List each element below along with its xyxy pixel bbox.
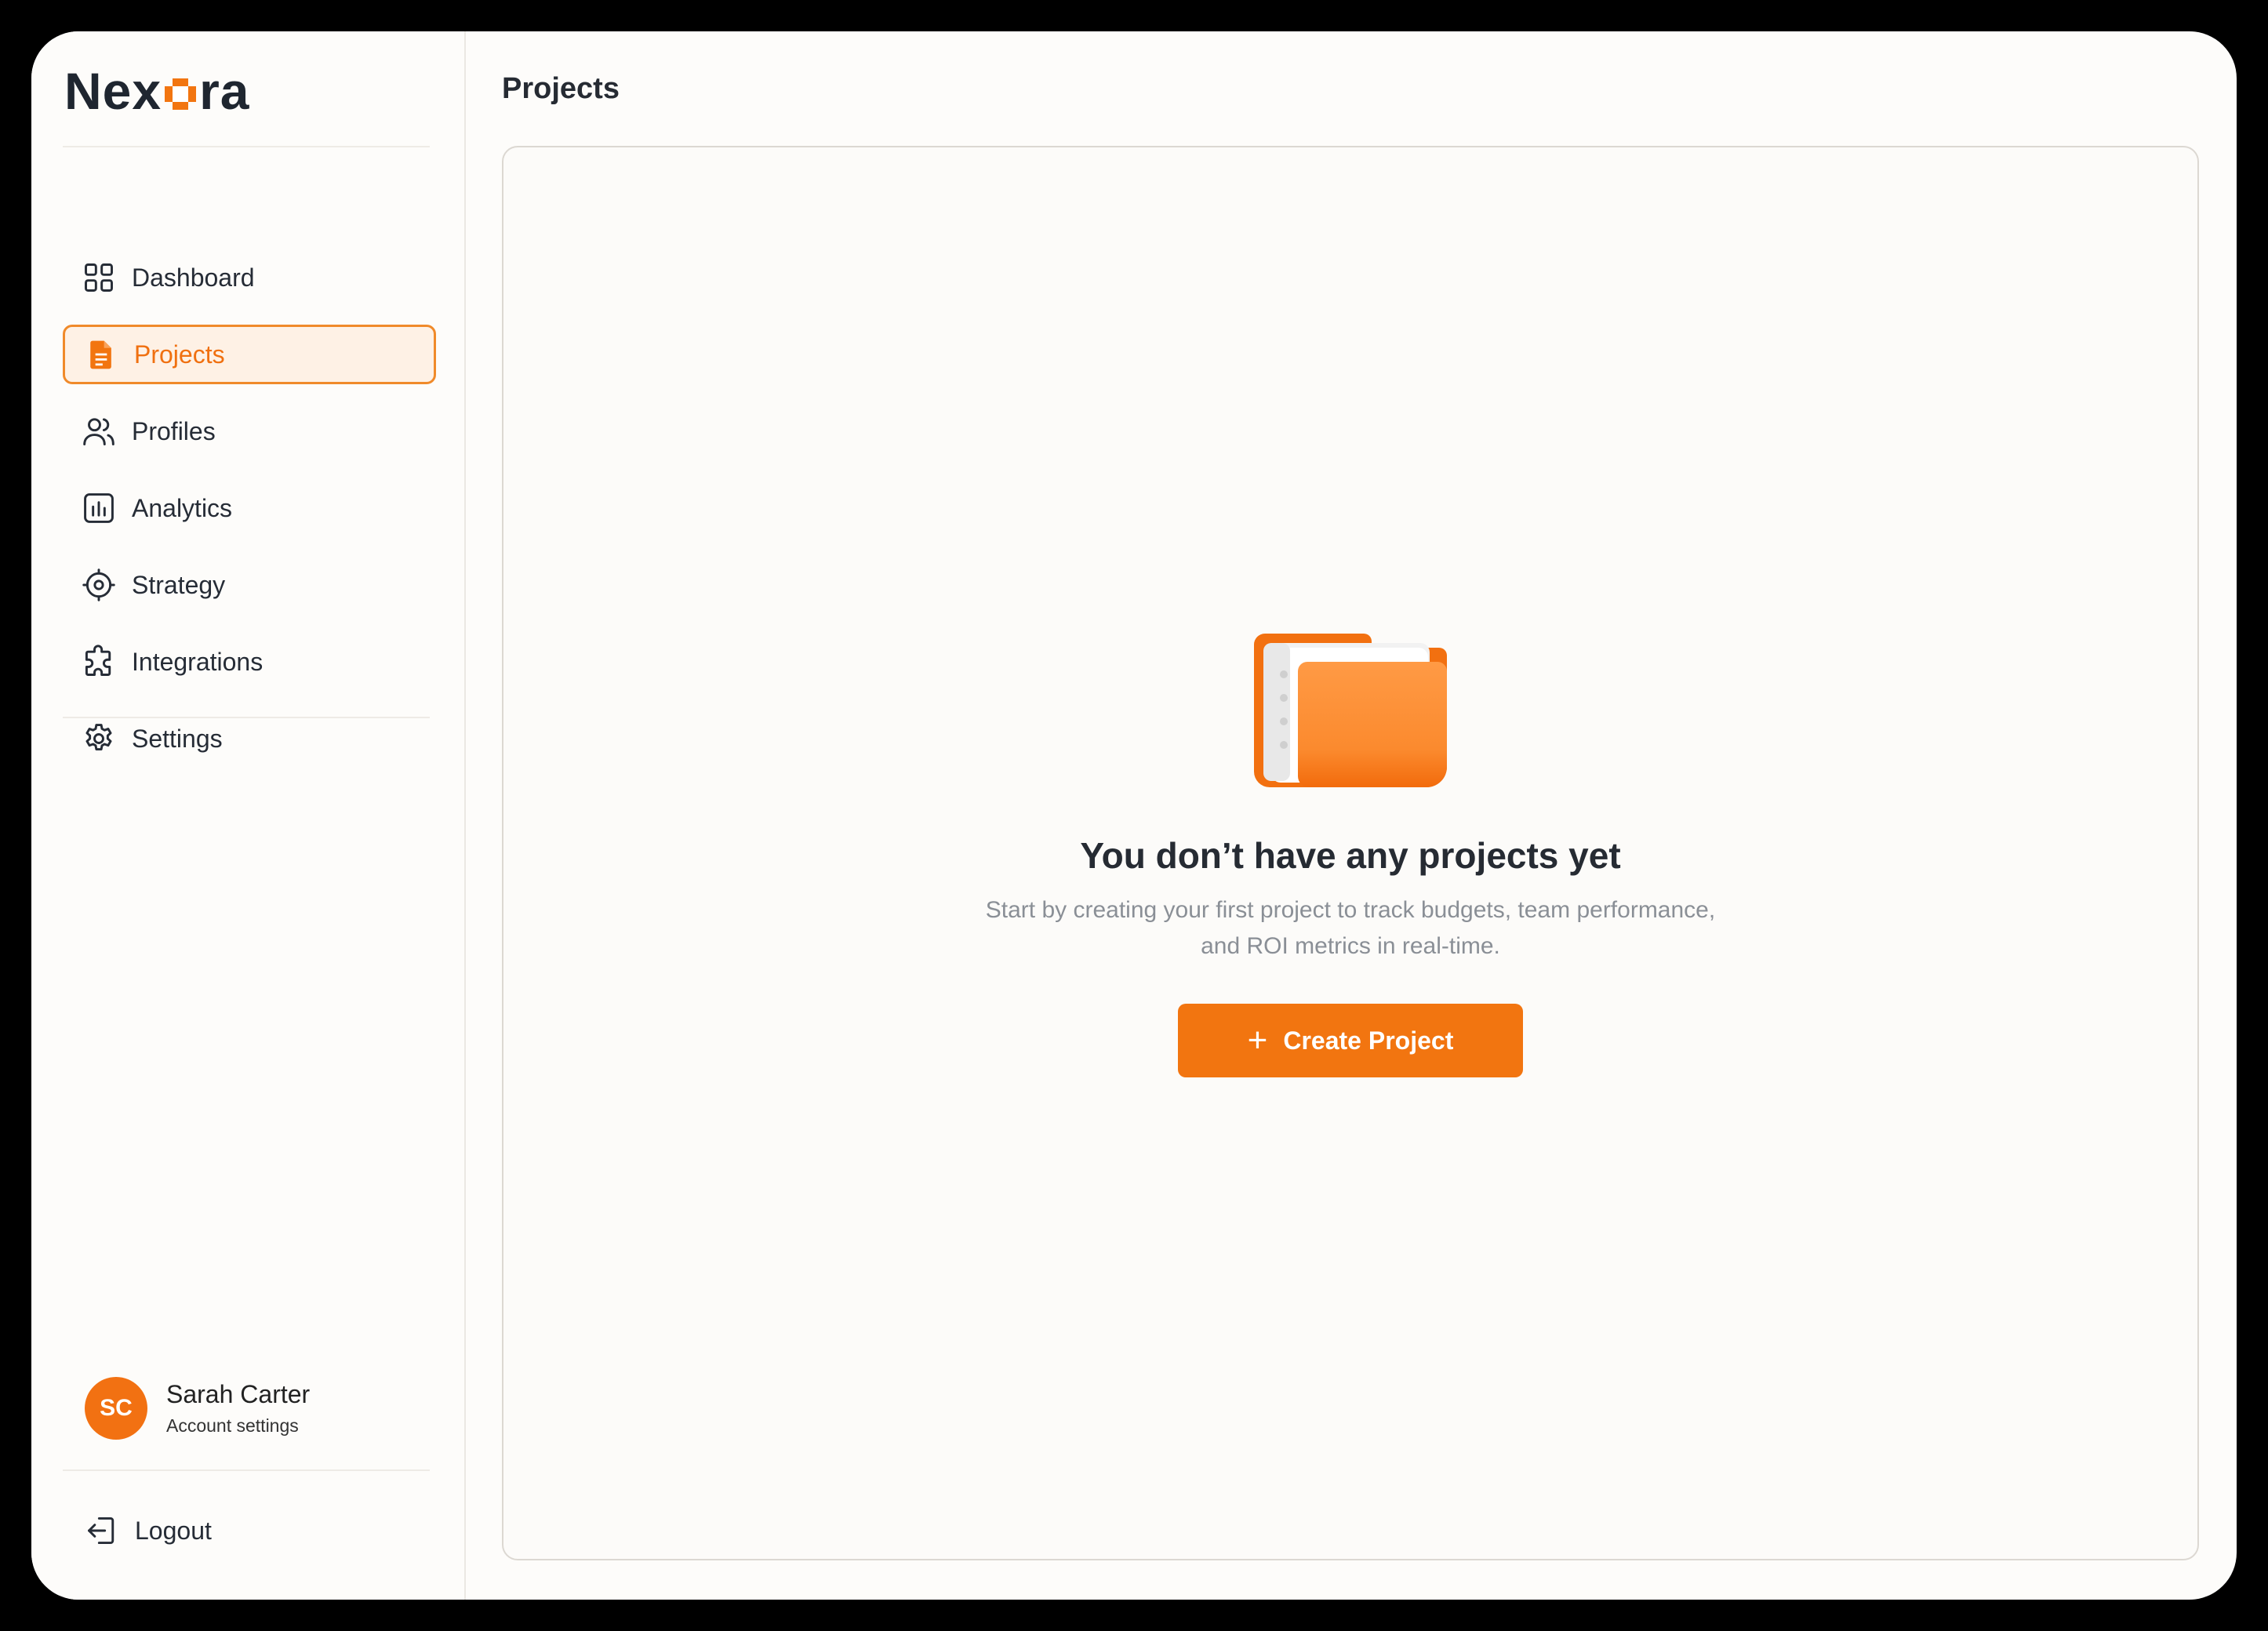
user-info: Sarah Carter Account settings <box>166 1379 310 1438</box>
brand-logo: Nex ra <box>64 61 249 121</box>
document-icon <box>84 337 118 372</box>
page-title: Projects <box>502 72 620 105</box>
logout-icon <box>88 1517 114 1545</box>
empty-state-description: Start by creating your first project to … <box>958 892 1743 964</box>
puzzle-icon <box>82 645 116 679</box>
create-project-label: Create Project <box>1283 1026 1454 1055</box>
logo-text-prefix: Nex <box>64 62 162 120</box>
empty-state-description-line: Start by creating your first project to … <box>985 897 1716 923</box>
user-name: Sarah Carter <box>166 1380 311 1408</box>
grid-icon <box>82 260 116 295</box>
logo-mark-icon <box>165 78 197 110</box>
sidebar-divider-top <box>63 146 430 147</box>
create-project-button[interactable]: + Create Project <box>1178 1004 1523 1077</box>
sidebar-item-label: Analytics <box>132 493 233 522</box>
sidebar: Nex ra Dashboard Projects Profiles Analy… <box>31 31 466 1600</box>
logo-text-suffix: ra <box>199 62 250 120</box>
logout-label: Logout <box>135 1516 212 1545</box>
sidebar-item-strategy[interactable]: Strategy <box>63 555 436 615</box>
plus-icon: + <box>1247 1021 1268 1059</box>
sidebar-divider-bottom <box>63 1469 430 1471</box>
user-account[interactable]: SC Sarah Carter Account settings <box>85 1377 310 1440</box>
gear-icon <box>82 721 116 756</box>
logout-button[interactable]: Logout <box>85 1513 212 1548</box>
app-window: Nex ra Dashboard Projects Profiles Analy… <box>31 31 2237 1600</box>
sidebar-item-label: Dashboard <box>132 263 255 292</box>
chart-icon <box>82 491 116 525</box>
sidebar-nav: Dashboard Projects Profiles Analytics St… <box>63 248 436 786</box>
account-settings-link[interactable]: Account settings <box>166 1413 310 1438</box>
sidebar-item-label: Profiles <box>132 416 216 445</box>
folder-icon <box>1254 634 1447 787</box>
sidebar-item-label: Strategy <box>132 570 226 599</box>
sidebar-item-label: Integrations <box>132 647 264 676</box>
sidebar-item-label: Settings <box>132 724 223 753</box>
sidebar-item-analytics[interactable]: Analytics <box>63 478 436 538</box>
sidebar-divider-nav <box>63 717 430 718</box>
sidebar-item-profiles[interactable]: Profiles <box>63 401 436 461</box>
target-icon <box>82 568 116 602</box>
empty-state-description-line: and ROI metrics in real-time. <box>1201 933 1500 959</box>
sidebar-item-dashboard[interactable]: Dashboard <box>63 248 436 307</box>
sidebar-item-label: Projects <box>134 340 225 369</box>
projects-panel: You don’t have any projects yet Start by… <box>502 146 2199 1560</box>
sidebar-item-projects[interactable]: Projects <box>63 325 436 384</box>
empty-state: You don’t have any projects yet Start by… <box>503 634 2197 1077</box>
users-icon <box>82 414 116 449</box>
sidebar-item-integrations[interactable]: Integrations <box>63 632 436 692</box>
avatar[interactable]: SC <box>85 1377 147 1440</box>
empty-state-title: You don’t have any projects yet <box>1080 835 1621 876</box>
